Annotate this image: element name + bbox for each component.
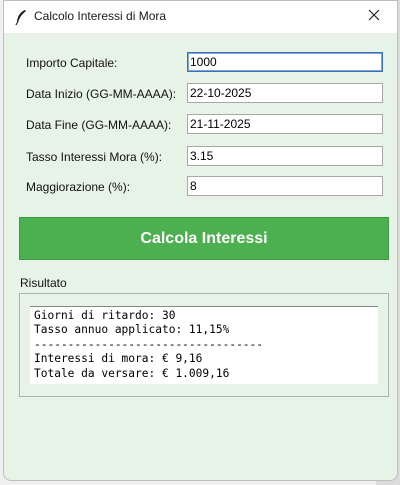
surcharge-input[interactable] xyxy=(187,176,383,196)
result-line: Tasso annuo applicato: 11,15% xyxy=(34,323,230,337)
start-date-label: Data Inizio (GG-MM-AAAA): xyxy=(26,87,177,101)
rate-label: Tasso Interessi Mora (%): xyxy=(26,150,163,164)
capital-input[interactable] xyxy=(187,52,383,72)
end-date-label: Data Fine (GG-MM-AAAA): xyxy=(26,118,172,132)
result-heading: Risultato xyxy=(20,276,67,290)
result-line: Giorni di ritardo: 30 xyxy=(34,309,176,322)
calculate-button[interactable]: Calcola Interessi xyxy=(19,217,389,260)
title-bar[interactable]: Calcolo Interessi di Mora xyxy=(4,1,397,33)
feather-icon xyxy=(14,9,28,26)
rate-input[interactable] xyxy=(187,146,383,166)
result-line: ---------------------------------- xyxy=(34,337,264,351)
window-title: Calcolo Interessi di Mora xyxy=(34,9,167,23)
start-date-input[interactable] xyxy=(187,83,383,103)
result-line: Interessi di mora: € 9,16 xyxy=(34,352,203,366)
result-textbox[interactable]: Giorni di ritardo: 30 Tasso annuo applic… xyxy=(30,306,378,384)
capital-label: Importo Capitale: xyxy=(26,56,118,70)
app-window: Calcolo Interessi di Mora Importo Capita… xyxy=(3,0,398,481)
surcharge-label: Maggiorazione (%): xyxy=(26,180,131,194)
close-button[interactable] xyxy=(351,1,397,33)
result-line: Totale da versare: € 1.009,16 xyxy=(34,366,230,380)
end-date-input[interactable] xyxy=(187,114,383,134)
close-icon xyxy=(368,8,380,26)
